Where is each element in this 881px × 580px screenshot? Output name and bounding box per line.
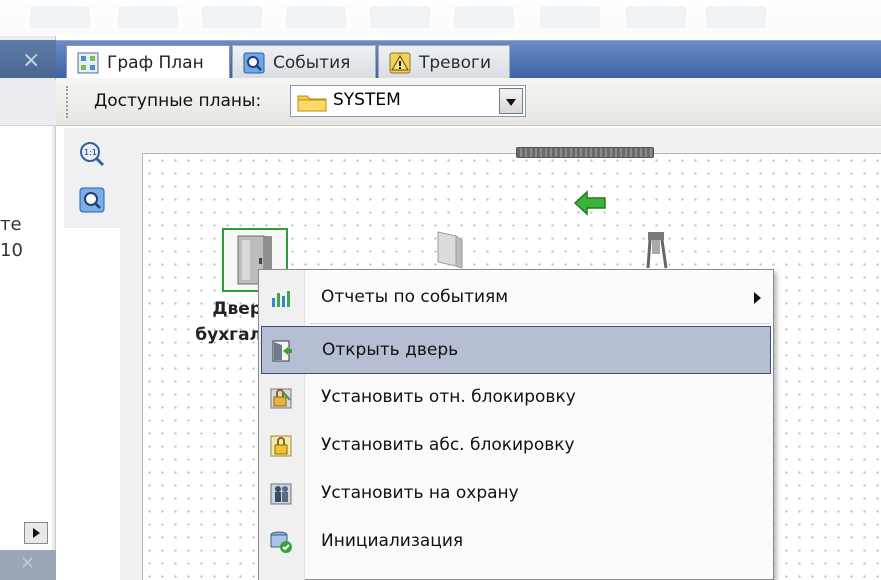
green-left-arrow-icon[interactable]	[573, 190, 607, 216]
toolbar-button-ghost[interactable]	[454, 6, 514, 28]
relative-lock-icon	[270, 388, 292, 409]
events-icon	[243, 52, 265, 74]
zoom-fit-icon[interactable]	[78, 186, 106, 214]
menu-item-initialization[interactable]: Инициализация	[261, 518, 771, 566]
toolbar-grip[interactable]	[66, 86, 70, 118]
toolbar-button-ghost[interactable]	[626, 6, 686, 28]
tab-label: События	[273, 53, 351, 73]
tab-graph-plan[interactable]: Граф План	[66, 45, 230, 79]
turnstile-icon[interactable]	[638, 230, 674, 270]
menu-item-label: Установить отн. блокировку	[321, 387, 576, 407]
grid-plan-icon	[77, 52, 99, 74]
left-panel: × те 10 ×	[0, 36, 56, 580]
menu-item-label: Установить на охрану	[321, 483, 519, 503]
zoom-1-1-icon[interactable]: 1:1	[78, 140, 106, 168]
close-icon[interactable]: ×	[20, 552, 35, 573]
submenu-arrow-icon	[754, 292, 761, 304]
tab-label: Тревоги	[419, 53, 492, 73]
initialize-icon	[270, 531, 292, 553]
menu-item-label: Открыть дверь	[322, 340, 459, 360]
arm-guard-icon	[270, 483, 292, 505]
menu-item-arm-guard[interactable]: Установить на охрану	[261, 470, 771, 518]
chevron-down-icon[interactable]	[499, 88, 523, 114]
menu-item-open-door[interactable]: Открыть дверь	[261, 326, 771, 374]
toolbar-button-ghost[interactable]	[286, 6, 346, 28]
toolbar-button-ghost[interactable]	[202, 6, 262, 28]
menu-item-label: Инициализация	[321, 531, 464, 551]
available-plans-label: Доступные планы:	[94, 91, 262, 111]
plan-tools: 1:1	[64, 128, 120, 228]
plans-toolbar: Доступные планы: SYSTEM	[56, 78, 881, 126]
left-panel-header: ×	[0, 40, 56, 78]
menu-item-absolute-lock[interactable]: Установить абс. блокировку	[261, 422, 771, 470]
scroll-right-button[interactable]	[24, 522, 48, 544]
canvas-scroll-thumb[interactable]	[516, 147, 654, 158]
reader-device-icon[interactable]	[430, 228, 466, 270]
folder-icon	[297, 95, 327, 112]
top-toolbar	[0, 0, 881, 36]
svg-text:1:1: 1:1	[84, 148, 97, 157]
door-label-line: бухгал	[195, 325, 262, 345]
left-panel-toolbar	[0, 80, 56, 126]
absolute-lock-icon	[270, 435, 292, 457]
door-object-label: Двер бухгал	[172, 296, 262, 348]
toolbar-button-ghost[interactable]	[540, 6, 600, 28]
alarm-warning-icon	[389, 52, 411, 74]
menu-item-relative-lock[interactable]: Установить отн. блокировку	[261, 374, 771, 422]
menu-separator	[309, 323, 769, 324]
open-door-icon	[272, 340, 292, 362]
left-panel-text: те	[0, 214, 22, 235]
menu-item-label: Отчеты по событиям	[321, 287, 509, 307]
tab-bar: Граф План События Тревоги	[56, 40, 881, 79]
toolbar-button-ghost[interactable]	[118, 6, 178, 28]
plan-select[interactable]: SYSTEM	[290, 85, 526, 117]
left-panel-footer: ×	[0, 550, 56, 580]
tab-label: Граф План	[107, 53, 204, 73]
menu-item-event-reports[interactable]: Отчеты по событиям	[261, 274, 771, 322]
toolbar-button-ghost[interactable]	[370, 6, 430, 28]
toolbar-button-ghost[interactable]	[30, 6, 90, 28]
left-panel-text: 10	[0, 240, 23, 261]
menu-item-label: Установить абс. блокировку	[321, 435, 575, 455]
door-label-line: Двер	[212, 299, 262, 319]
context-menu: Отчеты по событиям Открыть дверь Установ…	[258, 269, 774, 580]
close-icon[interactable]: ×	[22, 50, 40, 72]
plan-select-value: SYSTEM	[333, 90, 401, 110]
reports-chart-icon	[270, 288, 292, 308]
left-panel-list: те 10	[0, 126, 52, 566]
tab-events[interactable]: События	[232, 45, 376, 79]
toolbar-button-ghost[interactable]	[706, 6, 766, 28]
tab-alarms[interactable]: Тревоги	[378, 45, 510, 79]
